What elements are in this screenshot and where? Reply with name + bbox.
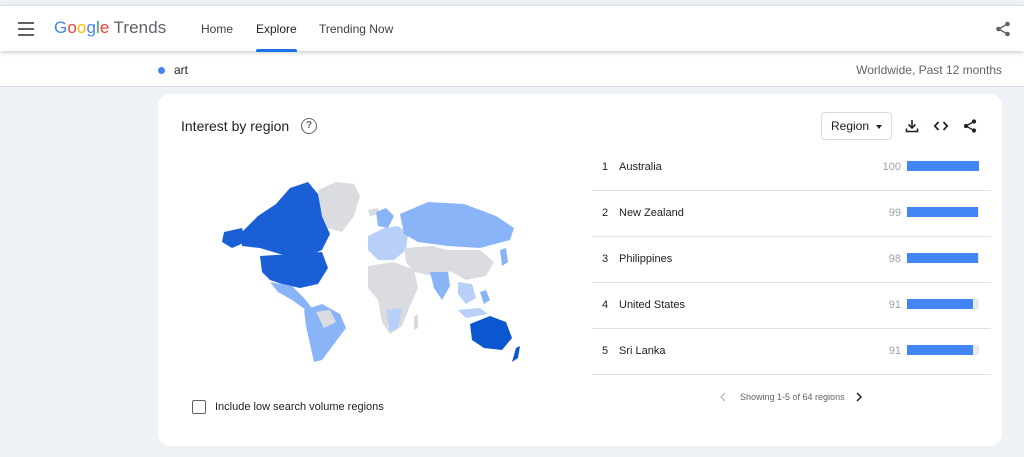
include-low-volume-label[interactable]: Include low search volume regions <box>215 401 384 413</box>
interest-bar <box>907 345 979 355</box>
ranking-row[interactable]: 2 New Zealand 99 <box>592 191 991 237</box>
card-title: Interest by region <box>181 118 290 134</box>
tab-trending-now[interactable]: Trending Now <box>319 6 393 52</box>
embed-code-icon[interactable] <box>933 118 949 134</box>
tab-explore[interactable]: Explore <box>256 6 297 52</box>
interest-value: 99 <box>888 207 901 219</box>
interest-value: 91 <box>888 345 901 357</box>
rank-number: 5 <box>602 345 609 357</box>
help-icon[interactable]: ? <box>301 118 317 134</box>
interest-bar-fill <box>907 161 979 171</box>
interest-bar <box>907 253 979 263</box>
search-term-bar: art Worldwide, Past 12 months <box>0 51 1024 87</box>
ranking-row[interactable]: 3 Philippines 98 <box>592 237 991 283</box>
rank-number: 1 <box>602 161 609 173</box>
search-term[interactable]: art <box>174 63 188 77</box>
map-region-russia[interactable] <box>400 202 514 248</box>
interest-bar-fill <box>907 207 979 217</box>
ranking-row[interactable]: 5 Sri Lanka 91 <box>592 329 991 375</box>
interest-value: 100 <box>882 161 901 173</box>
hamburger-menu-icon[interactable] <box>18 22 34 36</box>
ranking-row[interactable]: 1 Australia 100 <box>592 145 991 191</box>
rank-number: 2 <box>602 207 609 219</box>
dropdown-caret-icon <box>876 125 882 129</box>
region-name: New Zealand <box>619 207 684 219</box>
region-resolution-select[interactable]: Region <box>821 112 892 140</box>
pager-status: Showing 1-5 of 64 regions <box>740 392 845 402</box>
share-icon[interactable] <box>994 20 1012 38</box>
map-region-australia[interactable] <box>470 316 512 350</box>
map-region-india[interactable] <box>430 272 450 300</box>
interest-value: 91 <box>888 299 901 311</box>
interest-by-region-card: Interest by region ? Region Include low … <box>158 94 1002 446</box>
interest-value: 98 <box>888 253 901 265</box>
top-app-bar: Google Trends Home Explore Trending Now <box>0 5 1024 52</box>
map-region-europe[interactable] <box>368 226 408 260</box>
ranking-row[interactable]: 4 United States 91 <box>592 283 991 329</box>
region-name: Australia <box>619 161 662 173</box>
map-region-new-zealand[interactable] <box>512 346 520 362</box>
chevron-left-icon[interactable] <box>718 391 728 403</box>
region-name: Philippines <box>619 253 673 265</box>
map-region-united-states[interactable] <box>260 252 328 288</box>
map-region-philippines[interactable] <box>480 290 490 304</box>
map-region-china[interactable] <box>448 250 494 280</box>
search-scope: Worldwide, Past 12 months <box>856 63 1002 77</box>
chevron-right-icon[interactable] <box>854 391 864 403</box>
tab-home[interactable]: Home <box>201 6 233 52</box>
rank-number: 4 <box>602 299 609 311</box>
download-icon[interactable] <box>904 118 920 134</box>
world-map[interactable] <box>218 176 520 366</box>
term-color-dot <box>158 67 165 74</box>
include-low-volume-checkbox[interactable] <box>192 400 206 414</box>
rank-number: 3 <box>602 253 609 265</box>
map-region-canada[interactable] <box>242 182 330 258</box>
region-name: United States <box>619 299 686 311</box>
region-name: Sri Lanka <box>619 345 666 357</box>
interest-bar <box>907 207 979 217</box>
interest-bar-fill <box>907 299 973 309</box>
region-select-value: Region <box>831 119 870 133</box>
interest-bar <box>907 299 979 309</box>
interest-bar-fill <box>907 345 973 355</box>
google-trends-logo[interactable]: Google Trends <box>54 18 166 38</box>
share-icon[interactable] <box>962 118 978 134</box>
interest-bar <box>907 161 979 171</box>
interest-bar-fill <box>907 253 978 263</box>
